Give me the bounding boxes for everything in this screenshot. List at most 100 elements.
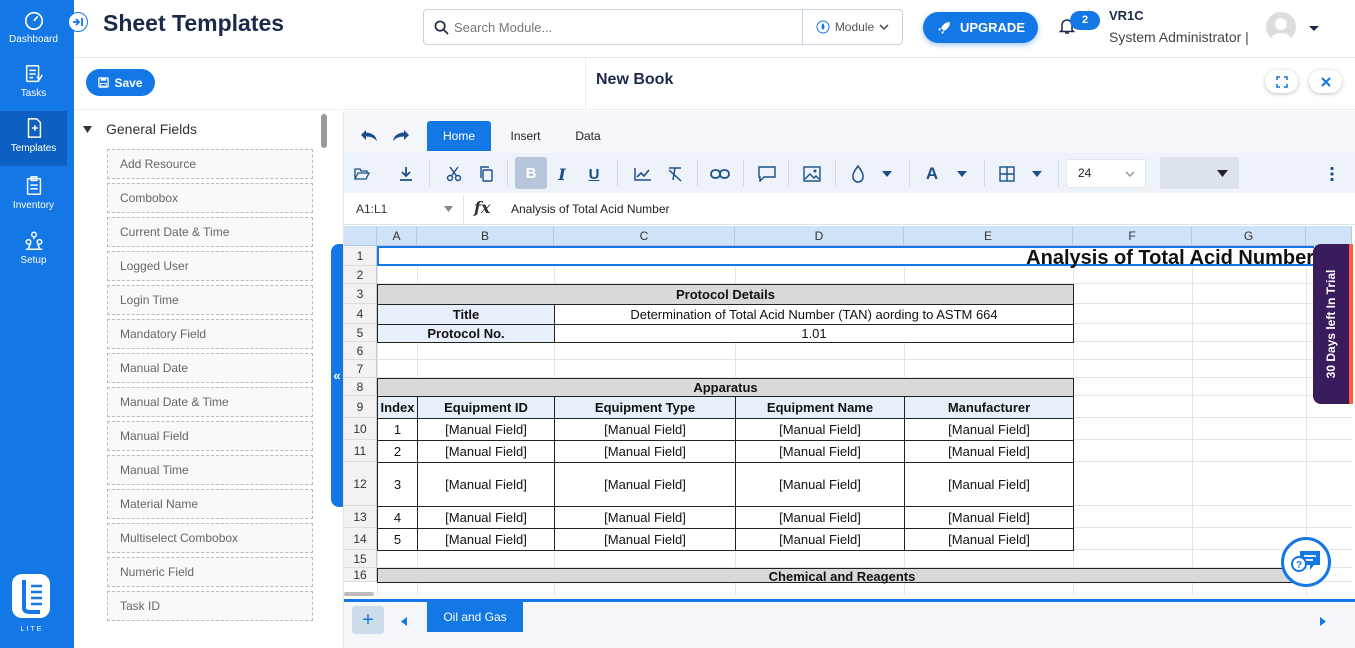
tab-insert[interactable]: Insert <box>498 121 553 151</box>
nav-inventory[interactable]: Inventory <box>0 170 67 225</box>
apparatus-column-header[interactable]: Equipment Type <box>554 396 736 419</box>
protocol-no-label-cell[interactable]: Protocol No. <box>377 324 555 343</box>
field-item[interactable]: Current Date & Time <box>107 217 313 247</box>
borders-dropdown[interactable] <box>1025 162 1049 186</box>
download-button[interactable] <box>394 162 418 186</box>
field-item[interactable]: Manual Date <box>107 353 313 383</box>
row-header[interactable]: 9 <box>344 396 377 418</box>
link-button[interactable] <box>708 162 732 186</box>
font-color-dropdown[interactable] <box>950 162 974 186</box>
close-button[interactable] <box>1309 70 1342 93</box>
column-header[interactable]: F <box>1073 226 1192 246</box>
apparatus-cell[interactable]: [Manual Field] <box>735 528 905 551</box>
field-item[interactable]: Manual Date & Time <box>107 387 313 417</box>
row-header[interactable]: 15 <box>344 550 377 568</box>
name-box-caret-icon[interactable] <box>444 206 453 212</box>
apparatus-cell[interactable]: [Manual Field] <box>735 506 905 529</box>
column-header[interactable]: A <box>377 226 417 246</box>
apparatus-cell[interactable]: [Manual Field] <box>735 440 905 463</box>
apparatus-cell[interactable]: [Manual Field] <box>735 418 905 441</box>
field-item[interactable]: Logged User <box>107 251 313 281</box>
title-label-cell[interactable]: Title <box>377 304 555 325</box>
fullscreen-button[interactable] <box>1265 70 1298 93</box>
underline-button[interactable]: U <box>582 162 606 186</box>
row-header[interactable]: 6 <box>344 342 377 360</box>
apparatus-column-header[interactable]: Equipment ID <box>417 396 555 419</box>
nav-templates[interactable]: Templates <box>0 111 67 166</box>
apparatus-cell[interactable]: [Manual Field] <box>904 528 1074 551</box>
apparatus-cell[interactable]: [Manual Field] <box>904 418 1074 441</box>
apparatus-cell[interactable]: 4 <box>377 506 418 529</box>
apparatus-column-header[interactable]: Index <box>377 396 418 419</box>
apparatus-cell[interactable]: [Manual Field] <box>417 506 555 529</box>
comment-button[interactable] <box>755 162 779 186</box>
sheet-next-button[interactable] <box>1320 613 1326 631</box>
field-item[interactable]: Material Name <box>107 489 313 519</box>
sheet-prev-button[interactable] <box>401 613 407 631</box>
row-header[interactable]: 4 <box>344 304 377 324</box>
grid-corner[interactable] <box>344 226 377 246</box>
collapse-panel-button[interactable]: « <box>331 244 343 507</box>
formula-input[interactable]: Analysis of Total Acid Number <box>511 202 670 216</box>
font-size-select[interactable]: 24 <box>1066 159 1146 188</box>
undo-button[interactable] <box>357 123 381 147</box>
apparatus-cell[interactable]: [Manual Field] <box>554 506 736 529</box>
row-header[interactable]: 10 <box>344 418 377 440</box>
chemicals-header-cell[interactable]: Chemical and Reagents <box>377 568 1307 584</box>
row-header[interactable]: 1 <box>344 246 377 266</box>
module-select[interactable]: Module <box>802 10 902 44</box>
apparatus-column-header[interactable]: Manufacturer <box>904 396 1074 419</box>
field-panel-scrollbar[interactable] <box>321 114 327 148</box>
trial-banner[interactable]: 30 Days left In Trial <box>1313 244 1353 404</box>
protocol-no-value-cell[interactable]: 1.01 <box>554 324 1074 343</box>
add-sheet-button[interactable]: + <box>352 606 384 634</box>
clear-format-button[interactable] <box>663 162 687 186</box>
nav-tasks[interactable]: Tasks <box>0 58 67 113</box>
search-bar[interactable]: Search Module... Module <box>423 9 903 45</box>
user-menu-chevron-icon[interactable] <box>1308 20 1320 38</box>
chart-button[interactable] <box>631 162 655 186</box>
save-button[interactable]: Save <box>86 69 155 96</box>
font-family-select[interactable] <box>1160 157 1239 189</box>
apparatus-column-header[interactable]: Equipment Name <box>735 396 905 419</box>
row-header[interactable]: 7 <box>344 360 377 378</box>
apparatus-cell[interactable]: [Manual Field] <box>904 440 1074 463</box>
image-button[interactable] <box>800 162 824 186</box>
column-header[interactable]: E <box>904 226 1073 246</box>
copy-button[interactable] <box>474 162 498 186</box>
apparatus-cell[interactable]: [Manual Field] <box>904 506 1074 529</box>
apparatus-cell[interactable]: [Manual Field] <box>554 462 736 507</box>
apparatus-header-cell[interactable]: Apparatus <box>377 378 1074 397</box>
cut-button[interactable] <box>442 162 466 186</box>
avatar[interactable] <box>1266 12 1296 42</box>
column-header[interactable]: G <box>1192 226 1306 246</box>
row-header[interactable]: 16 <box>344 568 377 582</box>
field-group-general[interactable]: General Fields <box>83 121 197 137</box>
field-item[interactable]: Manual Field <box>107 421 313 451</box>
font-color-button[interactable]: A <box>920 162 944 186</box>
collapse-nav-button[interactable] <box>68 12 88 32</box>
row-header[interactable]: 11 <box>344 440 377 462</box>
apparatus-cell[interactable]: 1 <box>377 418 418 441</box>
row-header[interactable]: 2 <box>344 266 377 284</box>
field-item[interactable]: Multiselect Combobox <box>107 523 313 553</box>
row-header[interactable]: 5 <box>344 324 377 342</box>
field-item[interactable]: Numeric Field <box>107 557 313 587</box>
row-header[interactable]: 3 <box>344 284 377 304</box>
apparatus-cell[interactable]: [Manual Field] <box>554 418 736 441</box>
more-options-button[interactable] <box>1320 162 1344 186</box>
redo-button[interactable] <box>389 123 413 147</box>
title-value-cell[interactable]: Determination of Total Acid Number (TAN)… <box>554 304 1074 325</box>
column-header[interactable]: D <box>735 226 904 246</box>
grid-horizontal-scrollbar[interactable] <box>344 592 374 596</box>
row-header[interactable]: 13 <box>344 506 377 528</box>
field-item[interactable]: Manual Time <box>107 455 313 485</box>
cell-grid[interactable]: A B C D E F G 1 2 3 4 5 6 7 8 9 10 11 12 13 14 15 16 Analysis o… <box>344 226 1352 595</box>
nav-setup[interactable]: Setup <box>0 225 67 280</box>
field-item[interactable]: Task ID <box>107 591 313 621</box>
field-item[interactable]: Combobox <box>107 183 313 213</box>
row-header[interactable]: 8 <box>344 378 377 396</box>
apparatus-cell[interactable]: [Manual Field] <box>417 440 555 463</box>
tab-data[interactable]: Data <box>562 121 614 151</box>
apparatus-cell[interactable]: [Manual Field] <box>904 462 1074 507</box>
